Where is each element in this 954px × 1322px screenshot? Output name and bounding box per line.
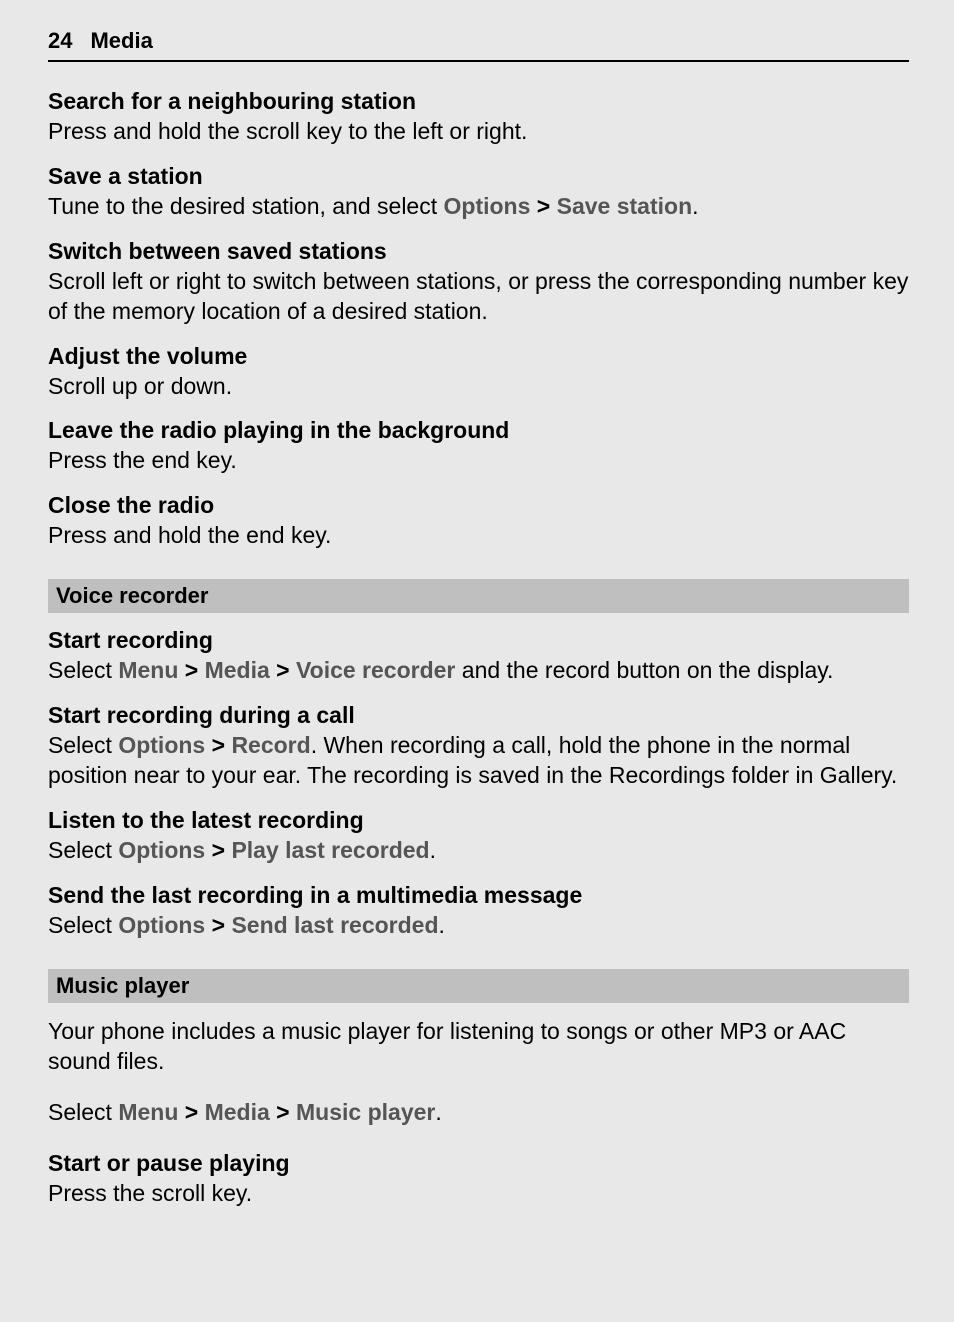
section-listen-latest: Listen to the latest recording Select Op… [48, 807, 909, 866]
page: 24 Media Search for a neighbouring stati… [0, 0, 954, 1322]
section-title: Start or pause playing [48, 1150, 909, 1177]
menu-path-sep: > [205, 837, 231, 863]
menu-path-item: Options [118, 912, 205, 938]
music-intro: Your phone includes a music player for l… [48, 1017, 909, 1077]
section-search-station: Search for a neighbouring station Press … [48, 88, 909, 147]
menu-path-item: Options [118, 837, 205, 863]
menu-path-item: Voice recorder [296, 657, 455, 683]
text: . [435, 1099, 441, 1125]
text: Select [48, 732, 118, 758]
page-number: 24 [48, 28, 72, 54]
section-title: Leave the radio playing in the backgroun… [48, 417, 909, 444]
text: Select [48, 837, 118, 863]
text: . [430, 837, 436, 863]
section-body: Press the end key. [48, 446, 909, 476]
section-close-radio: Close the radio Press and hold the end k… [48, 492, 909, 551]
section-title: Start recording [48, 627, 909, 654]
menu-path-item: Record [231, 732, 310, 758]
section-body: Press and hold the end key. [48, 521, 909, 551]
menu-path-sep: > [270, 657, 296, 683]
menu-path-item: Menu [118, 657, 178, 683]
subheading-voice-recorder: Voice recorder [48, 579, 909, 613]
section-body: Select Options > Record. When recording … [48, 731, 909, 791]
subheading-music-player: Music player [48, 969, 909, 1003]
section-title: Start recording during a call [48, 702, 909, 729]
section-title: Close the radio [48, 492, 909, 519]
menu-path-sep: > [530, 193, 556, 219]
section-play-pause: Start or pause playing Press the scroll … [48, 1150, 909, 1209]
section-body: Select Options > Play last recorded. [48, 836, 909, 866]
section-body: Scroll left or right to switch between s… [48, 267, 909, 327]
section-save-station: Save a station Tune to the desired stati… [48, 163, 909, 222]
section-title: Search for a neighbouring station [48, 88, 909, 115]
menu-path-sep: > [178, 1099, 204, 1125]
section-body: Select Options > Send last recorded. [48, 911, 909, 941]
section-adjust-volume: Adjust the volume Scroll up or down. [48, 343, 909, 402]
section-title: Save a station [48, 163, 909, 190]
text: . [692, 193, 698, 219]
page-title: Media [90, 28, 152, 54]
menu-path-sep: > [205, 912, 231, 938]
section-send-last: Send the last recording in a multimedia … [48, 882, 909, 941]
section-switch-stations: Switch between saved stations Scroll lef… [48, 238, 909, 327]
menu-path-sep: > [270, 1099, 296, 1125]
page-header: 24 Media [48, 28, 909, 62]
menu-path-item: Save station [557, 193, 693, 219]
menu-path-item: Options [444, 193, 531, 219]
section-record-during-call: Start recording during a call Select Opt… [48, 702, 909, 791]
menu-path-item: Media [205, 1099, 270, 1125]
menu-path-item: Play last recorded [231, 837, 429, 863]
menu-path-item: Music player [296, 1099, 435, 1125]
menu-path-item: Menu [118, 1099, 178, 1125]
section-body: Press and hold the scroll key to the lef… [48, 117, 909, 147]
text: Select [48, 912, 118, 938]
section-title: Switch between saved stations [48, 238, 909, 265]
menu-path-sep: > [205, 732, 231, 758]
section-start-recording: Start recording Select Menu > Media > Vo… [48, 627, 909, 686]
text: Select [48, 1099, 118, 1125]
section-body: Select Menu > Media > Voice recorder and… [48, 656, 909, 686]
section-title: Send the last recording in a multimedia … [48, 882, 909, 909]
text: and the record button on the display. [455, 657, 833, 683]
menu-path-item: Media [205, 657, 270, 683]
section-body: Tune to the desired station, and select … [48, 192, 909, 222]
music-nav: Select Menu > Media > Music player. [48, 1098, 909, 1128]
menu-path-item: Send last recorded [231, 912, 438, 938]
section-background-radio: Leave the radio playing in the backgroun… [48, 417, 909, 476]
section-title: Adjust the volume [48, 343, 909, 370]
section-body: Press the scroll key. [48, 1179, 909, 1209]
text: Tune to the desired station, and select [48, 193, 444, 219]
section-body: Scroll up or down. [48, 372, 909, 402]
menu-path-item: Options [118, 732, 205, 758]
section-title: Listen to the latest recording [48, 807, 909, 834]
menu-path-sep: > [178, 657, 204, 683]
text: . [439, 912, 445, 938]
text: Select [48, 657, 118, 683]
